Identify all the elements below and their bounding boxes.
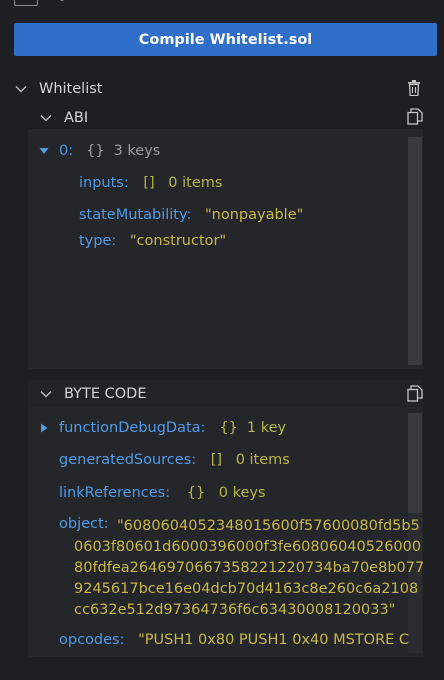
- generatedsources-key: generatedSources:: [59, 452, 197, 468]
- chevron-down-icon: [15, 86, 27, 93]
- window-icon: [14, 0, 38, 6]
- functiondebugdata-brace: {}: [219, 420, 238, 436]
- abi-type-value: "constructor": [129, 233, 227, 249]
- bytecode-functiondebugdata-row[interactable]: functionDebugData: {} 1 key: [39, 420, 286, 436]
- trash-icon[interactable]: [407, 80, 421, 96]
- abi-item-meta: 3 keys: [113, 143, 161, 159]
- abi-item-key: 0:: [59, 143, 74, 159]
- caret-down-icon: [39, 148, 49, 154]
- chevron-down-icon: [40, 391, 52, 398]
- tab-indicator-icon: [60, 0, 64, 1]
- linkreferences-meta: 0 keys: [218, 485, 266, 501]
- object-value-line-3: 80fdfea2646970667358221220734ba70e8b077: [74, 560, 425, 576]
- functiondebugdata-key: functionDebugData:: [59, 420, 206, 436]
- bytecode-linkreferences-row: linkReferences: {} 0 keys: [59, 485, 266, 501]
- abi-section-header[interactable]: ABI: [39, 108, 399, 128]
- object-value-line-5: cc632e512d97364736f6c63430008120033": [74, 602, 396, 618]
- abi-scrollbar-thumb[interactable]: [408, 137, 422, 365]
- chevron-down-icon: [40, 115, 52, 122]
- compile-button[interactable]: Compile Whitelist.sol: [14, 23, 437, 56]
- abi-scrollbar[interactable]: [408, 137, 422, 365]
- abi-panel: [28, 129, 423, 369]
- object-value-line-2: 0603f80601d6000396000f3fe60806040526000: [74, 539, 422, 555]
- generatedsources-meta: 0 items: [235, 452, 290, 468]
- object-value-line-1: "6080604052348015600f57600080fd5b5: [117, 518, 420, 534]
- object-value-line-4: 9245617bce16e04dcb70d4163c8e260c6a2108: [74, 581, 419, 597]
- abi-inputs-key: inputs:: [79, 175, 129, 191]
- functiondebugdata-meta: 1 key: [246, 420, 287, 436]
- abi-type-row: type: "constructor": [79, 233, 226, 249]
- bytecode-title: BYTE CODE: [64, 386, 147, 402]
- abi-statemutability-row: stateMutability: "nonpayable": [79, 207, 303, 223]
- abi-statemutability-key: stateMutability:: [79, 207, 192, 223]
- abi-inputs-meta: 0 items: [168, 175, 223, 191]
- abi-inputs-brace: []: [143, 175, 155, 191]
- abi-item-brace: {}: [86, 143, 105, 159]
- abi-inputs-row: inputs: [] 0 items: [79, 175, 222, 191]
- contract-name: Whitelist: [39, 81, 103, 97]
- generatedsources-brace: []: [210, 452, 223, 468]
- opcodes-value: "PUSH1 0x80 PUSH1 0x40 MSTORE CA: [138, 632, 409, 648]
- bytecode-opcodes-row: opcodes: "PUSH1 0x80 PUSH1 0x40 MSTORE C…: [59, 632, 409, 648]
- linkreferences-key: linkReferences:: [59, 485, 171, 501]
- abi-type-key: type:: [79, 233, 117, 249]
- caret-right-icon: [41, 423, 48, 433]
- opcodes-key: opcodes:: [59, 632, 125, 648]
- bytecode-object-key-row: object:: [59, 516, 109, 532]
- copy-icon[interactable]: [407, 385, 423, 402]
- contract-header[interactable]: Whitelist: [14, 79, 424, 99]
- abi-item-0[interactable]: 0: {} 3 keys: [39, 143, 160, 159]
- bytecode-generatedsources-row: generatedSources: [] 0 items: [59, 452, 290, 468]
- abi-statemutability-value: "nonpayable": [205, 207, 304, 223]
- abi-title: ABI: [64, 110, 89, 126]
- object-key: object:: [59, 516, 109, 532]
- copy-icon[interactable]: [407, 108, 423, 125]
- bytecode-scrollbar-thumb[interactable]: [408, 413, 422, 513]
- bytecode-section-header[interactable]: BYTE CODE: [39, 384, 399, 404]
- linkreferences-brace: {}: [186, 485, 206, 501]
